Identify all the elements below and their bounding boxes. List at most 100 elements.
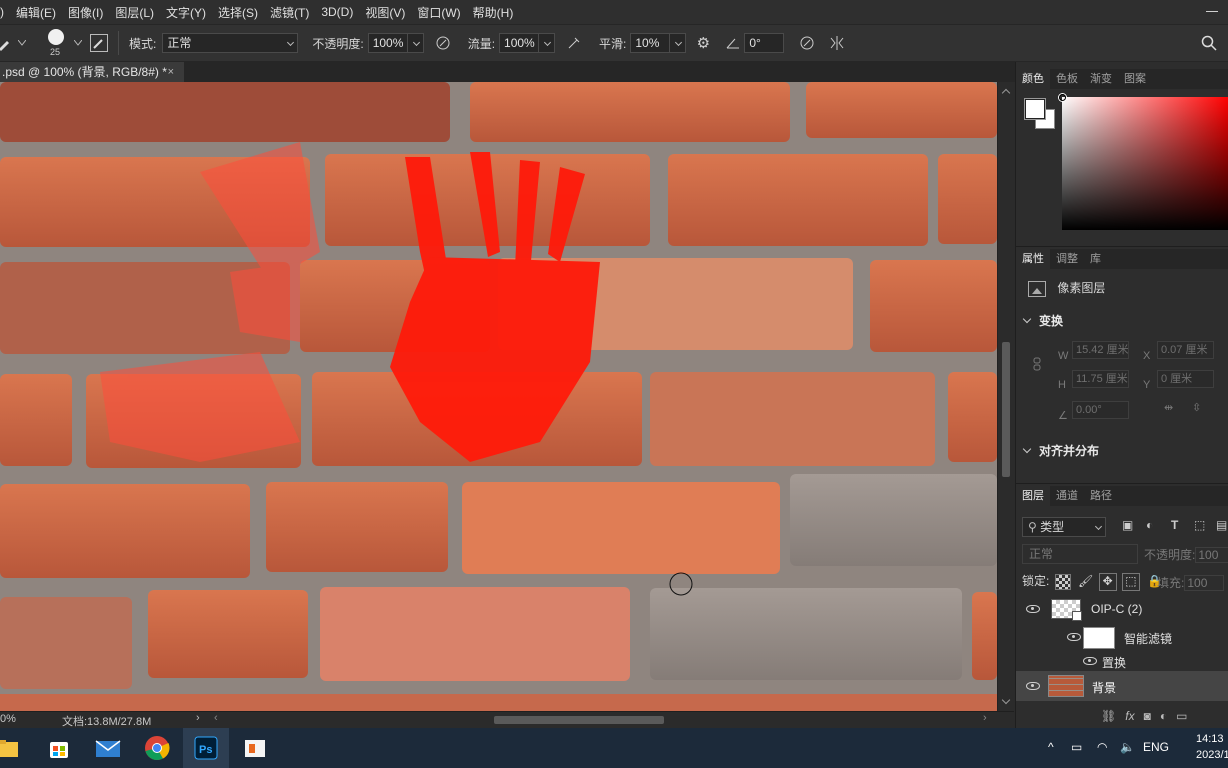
flow-input[interactable]: 100% (499, 33, 540, 53)
scrollbar-thumb[interactable] (1002, 342, 1010, 477)
close-icon[interactable]: × (168, 62, 174, 82)
x-value[interactable]: 0.07 厘米 (1157, 341, 1214, 359)
transform-section-header[interactable]: 变换 (1022, 312, 1063, 329)
layer-opacity-value[interactable]: 100 (1195, 547, 1228, 563)
visibility-eye-icon[interactable] (1067, 633, 1081, 641)
brush-dropdown-icon[interactable] (72, 32, 84, 54)
vertical-scrollbar[interactable] (997, 82, 1014, 711)
canvas[interactable] (0, 82, 997, 711)
tab-properties[interactable]: 属性 (1016, 249, 1050, 269)
opacity-input[interactable]: 100% (367, 33, 408, 53)
visibility-eye-icon[interactable] (1026, 682, 1040, 690)
tool-preset-dropdown-icon[interactable] (16, 32, 28, 54)
x-field[interactable]: X 0.07 厘米 (1143, 341, 1214, 362)
smart-filter-name[interactable]: 智能滤镜 (1124, 630, 1172, 647)
photoshop-icon[interactable]: Ps (192, 734, 220, 762)
visibility-eye-icon[interactable] (1026, 605, 1040, 613)
link-layers-icon[interactable]: ⛓ (1101, 709, 1116, 723)
opacity-dropdown[interactable] (407, 33, 424, 53)
symmetry-icon[interactable] (826, 32, 848, 54)
airbrush-icon[interactable] (563, 32, 585, 54)
lock-position-icon[interactable]: ✥ (1098, 573, 1117, 591)
color-picker-field[interactable] (1059, 94, 1228, 230)
width-field[interactable]: W 15.42 厘米 (1058, 341, 1129, 362)
menu-view[interactable]: 视图(V) (359, 4, 411, 21)
height-field[interactable]: H 11.75 厘米 (1058, 370, 1129, 391)
volume-icon[interactable]: 🔈 (1120, 740, 1135, 754)
image-filter-icon[interactable]: ▣ (1122, 518, 1133, 532)
tab-layers[interactable]: 图层 (1016, 486, 1050, 506)
zoom-level[interactable]: 0% (0, 713, 16, 725)
battery-icon[interactable]: ▭ (1071, 740, 1082, 754)
fill-value[interactable]: 100 (1184, 575, 1225, 591)
mail-icon[interactable] (94, 734, 122, 762)
status-menu-arrow[interactable]: › (196, 712, 200, 724)
scroll-left-icon[interactable]: ‹ (214, 712, 218, 724)
menu-type[interactable]: 文字(Y) (160, 4, 212, 21)
tab-paths[interactable]: 路径 (1084, 486, 1118, 506)
layer-name[interactable]: 背景 (1092, 679, 1116, 696)
scroll-up-icon[interactable] (1001, 88, 1011, 98)
tab-color[interactable]: 颜色 (1016, 69, 1050, 89)
lock-artboard-icon[interactable]: ⬚ (1121, 573, 1140, 591)
clock[interactable]: 14:13 2023/10 (1196, 731, 1228, 763)
y-field[interactable]: Y 0 厘米 (1143, 370, 1214, 391)
flow-dropdown[interactable] (539, 33, 556, 53)
tab-libraries[interactable]: 库 (1084, 249, 1107, 269)
menu-help[interactable]: 帮助(H) (467, 4, 520, 21)
wifi-icon[interactable]: ◠ (1097, 740, 1107, 754)
horizontal-scrollbar-thumb[interactable] (494, 716, 664, 724)
layer-opacity[interactable]: 不透明度: 100 (1144, 546, 1228, 563)
layer-kind-filter[interactable]: ⚲ 类型 (1022, 517, 1106, 537)
fx-icon[interactable]: fx (1125, 709, 1134, 723)
type-filter-icon[interactable]: T (1171, 518, 1178, 532)
menu-3d[interactable]: 3D(D) (315, 5, 359, 19)
filter-name[interactable]: 置换 (1102, 654, 1126, 671)
menu-window[interactable]: 窗口(W) (411, 4, 466, 21)
store-icon[interactable] (45, 734, 73, 762)
menu-layer[interactable]: 图层(L) (109, 4, 160, 21)
rotation-value[interactable]: 0.00° (1072, 401, 1129, 419)
minimize-button[interactable] (1202, 2, 1222, 20)
menu-image[interactable]: 图像(I) (62, 4, 109, 21)
flip-horizontal-icon[interactable]: ⇹ (1164, 401, 1173, 414)
tab-patterns[interactable]: 图案 (1118, 69, 1152, 89)
smoothing-dropdown[interactable] (670, 33, 687, 53)
y-value[interactable]: 0 厘米 (1157, 370, 1214, 388)
foreground-color-swatch[interactable] (1025, 99, 1045, 119)
new-group-icon[interactable]: ▭ (1176, 709, 1187, 723)
brush-tool-icon[interactable] (0, 32, 16, 54)
angle-input[interactable]: 0° (744, 33, 785, 53)
tab-swatches[interactable]: 色板 (1050, 69, 1084, 89)
color-swatches[interactable] (1025, 99, 1057, 131)
layer-row[interactable]: OIP-C (2) (1016, 595, 1228, 623)
pressure-opacity-icon[interactable] (432, 32, 454, 54)
scroll-right-icon[interactable]: › (983, 712, 987, 724)
adjustment-layer-icon[interactable]: ◐ (1160, 709, 1167, 723)
lock-brush-icon[interactable]: 🖌 (1078, 574, 1093, 588)
link-icon[interactable] (1032, 357, 1042, 374)
tab-channels[interactable]: 通道 (1050, 486, 1084, 506)
menu-edit[interactable]: 编辑(E) (10, 4, 62, 21)
color-picker-cursor[interactable] (1059, 94, 1066, 101)
brush-settings-icon[interactable] (90, 34, 108, 52)
lock-transparent-icon[interactable] (1054, 573, 1071, 590)
rotation-field[interactable]: ∠ 0.00° (1058, 401, 1129, 422)
show-hidden-icons-icon[interactable]: ^ (1048, 740, 1054, 754)
chrome-icon[interactable] (143, 734, 171, 762)
file-explorer-icon[interactable] (0, 734, 20, 762)
visibility-eye-icon[interactable] (1083, 657, 1097, 665)
menu-fragment[interactable]: ) (0, 5, 10, 19)
adjustment-filter-icon[interactable]: ◐ (1146, 518, 1153, 532)
layer-row-selected[interactable]: 背景 (1016, 671, 1228, 701)
smart-object-filter-icon[interactable]: ▤ (1216, 518, 1227, 532)
mode-select[interactable]: 正常 (162, 33, 299, 53)
menu-filter[interactable]: 滤镜(T) (264, 4, 315, 21)
office-app-icon[interactable] (241, 734, 269, 762)
language-indicator[interactable]: ENG (1143, 740, 1169, 754)
brush-preview[interactable]: 25 (42, 26, 72, 60)
document-tab[interactable]: .psd @ 100% (背景, RGB/8#) * × (0, 62, 184, 82)
tab-gradients[interactable]: 渐变 (1084, 69, 1118, 89)
width-value[interactable]: 15.42 厘米 (1072, 341, 1129, 359)
layer-fill[interactable]: 填充: 100 (1157, 574, 1225, 591)
